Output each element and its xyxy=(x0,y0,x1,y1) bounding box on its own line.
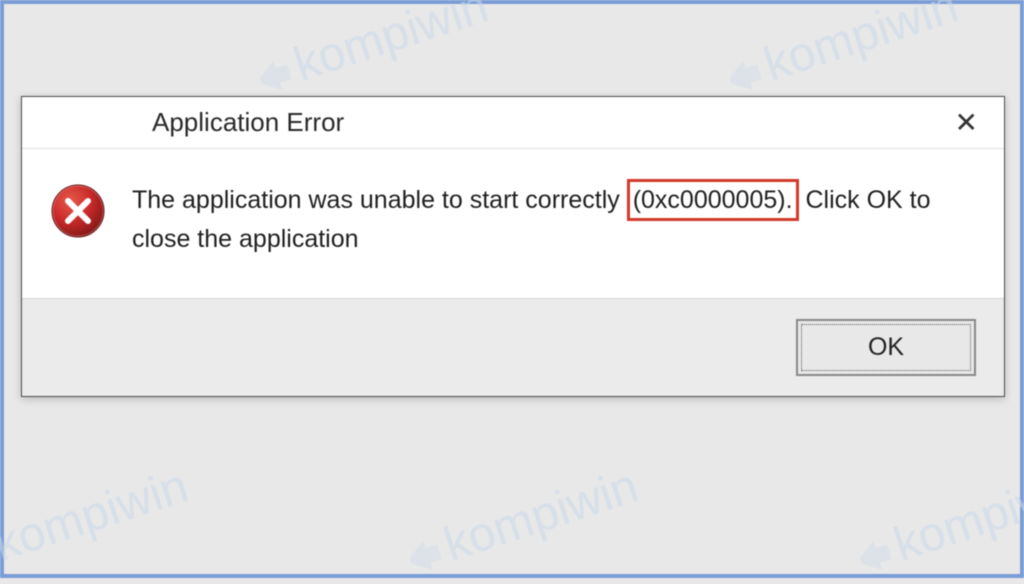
watermark: kompiwin xyxy=(0,459,195,584)
error-icon xyxy=(50,183,106,239)
watermark: kompiwin xyxy=(251,0,494,104)
watermark: kompiwin xyxy=(851,459,1024,584)
error-code-highlight: (0xc0000005). xyxy=(627,179,799,221)
error-message: The application was unable to start corr… xyxy=(132,179,976,258)
message-prefix: The application was unable to start corr… xyxy=(132,186,627,214)
ok-button[interactable]: OK xyxy=(796,319,976,376)
watermark: kompiwin xyxy=(401,459,644,584)
button-bar: OK xyxy=(22,298,1004,396)
dialog-content: The application was unable to start corr… xyxy=(22,149,1004,298)
watermark: kompiwin xyxy=(721,0,964,104)
error-dialog: Application Error ✕ The application was … xyxy=(21,96,1005,397)
close-icon[interactable]: ✕ xyxy=(947,109,986,137)
titlebar: Application Error ✕ xyxy=(22,97,1004,149)
dialog-title: Application Error xyxy=(152,107,344,138)
